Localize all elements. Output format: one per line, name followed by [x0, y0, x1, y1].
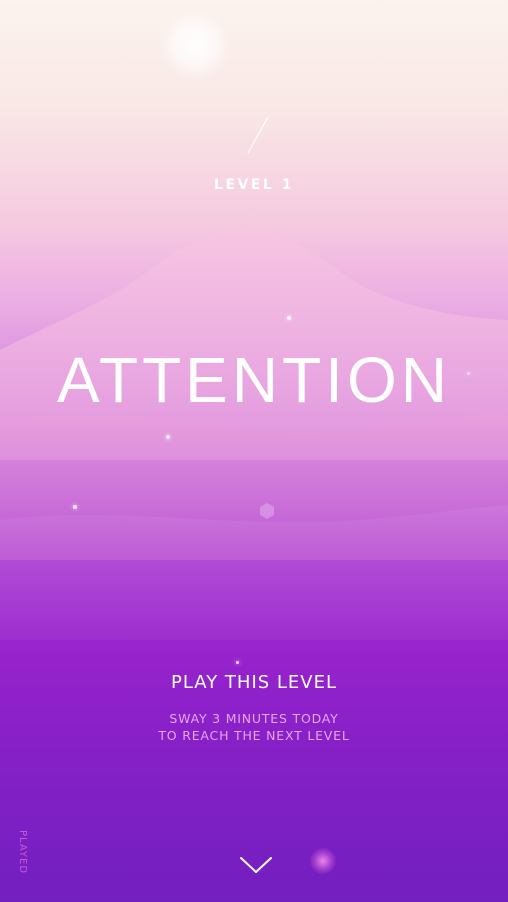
- glow-orb: [310, 848, 336, 874]
- sparkle: [467, 372, 470, 375]
- played-label: PLAYED: [17, 830, 28, 875]
- sparkle: [236, 661, 239, 664]
- far-hill: [0, 505, 508, 640]
- level-label: LEVEL 1: [214, 177, 294, 193]
- subtitle-line-2: TO REACH THE NEXT LEVEL: [158, 728, 350, 743]
- slash-icon: [247, 116, 269, 154]
- level-title: ATTENTION: [57, 344, 451, 416]
- chevron-down-icon[interactable]: [238, 852, 274, 878]
- sparkle: [287, 316, 291, 320]
- subtitle-line-1: SWAY 3 MINUTES TODAY: [169, 711, 339, 726]
- level-screen: LEVEL 1 ATTENTION PLAY THIS LEVEL SWAY 3…: [0, 0, 508, 902]
- sparkle: [73, 505, 77, 509]
- sparkle: [166, 435, 170, 439]
- hexagon-sparkle-icon: [260, 503, 274, 519]
- play-level-button[interactable]: PLAY THIS LEVEL: [150, 668, 358, 698]
